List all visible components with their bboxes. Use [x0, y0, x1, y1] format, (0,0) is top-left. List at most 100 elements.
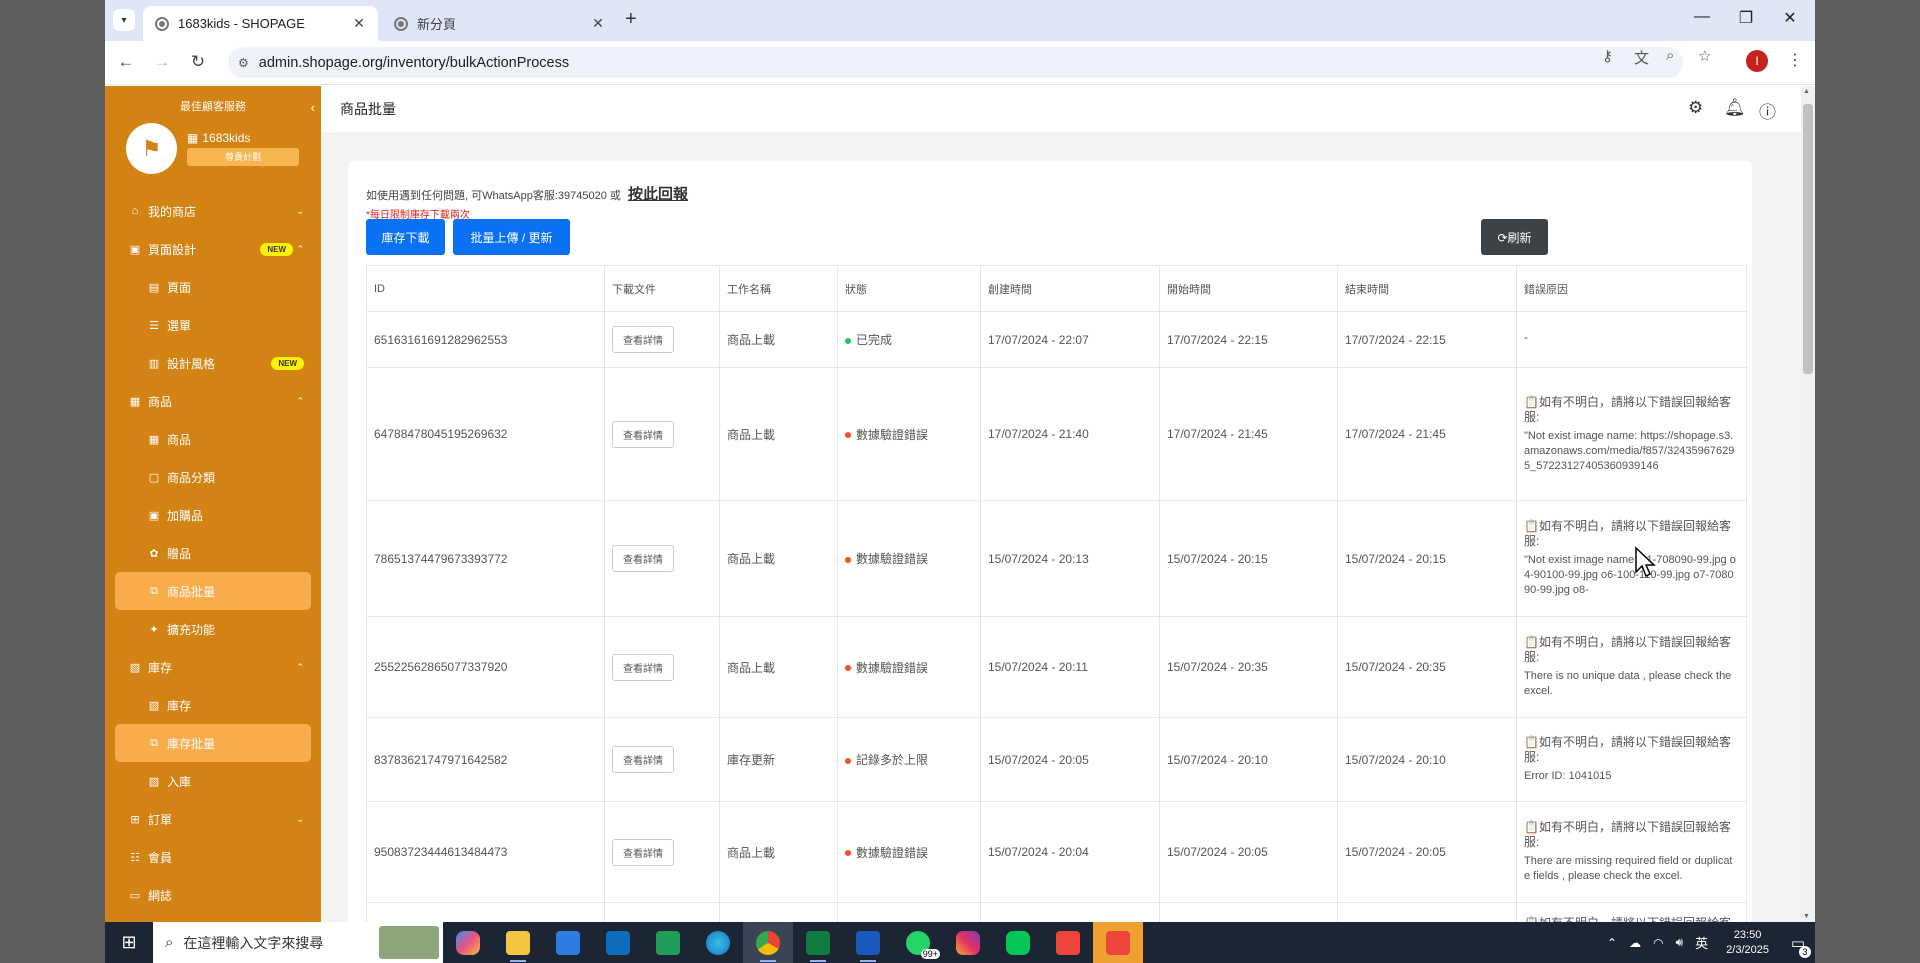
whatsapp-icon[interactable]: 99+ — [893, 922, 943, 963]
anydesk-active-icon[interactable] — [1093, 922, 1143, 963]
sidebar-item-label: 商品 — [148, 394, 173, 409]
sidebar-item-gifts[interactable]: ✿ 贈品 — [105, 534, 321, 572]
tab-search-button[interactable]: ▾ — [113, 9, 135, 31]
page-header: 商品批量 ⚙ 🔔︎ ⓘ — [321, 86, 1815, 132]
scroll-thumb[interactable] — [1803, 104, 1813, 374]
forward-icon[interactable]: → — [151, 52, 173, 72]
sidebar-item-categories[interactable]: ▢ 商品分類 — [105, 458, 321, 496]
view-details-button[interactable]: 查看詳情 — [612, 838, 674, 866]
column-header: 結束時間 — [1337, 265, 1517, 312]
ime-indicator[interactable]: 英 — [1695, 933, 1708, 952]
word-icon[interactable] — [843, 922, 893, 963]
clock[interactable]: 23:50 2/3/2025 — [1726, 928, 1769, 958]
window-close-icon[interactable]: ✕ — [1780, 8, 1800, 28]
end-time: 15/07/2024 - 20:35 — [1337, 616, 1517, 718]
sidebar-item-products-group[interactable]: ▦ 商品 ⌃ — [105, 382, 321, 420]
volume-icon[interactable]: 🔊︎ — [1676, 935, 1684, 950]
profile-avatar[interactable]: I — [1746, 50, 1768, 72]
file-explorer-icon[interactable] — [493, 922, 543, 963]
cart-icon: ⊞ — [130, 813, 140, 826]
view-details-button[interactable]: 查看詳情 — [612, 326, 674, 353]
bulk-jobs-table: ID 下載文件 工作名稱 狀態 創建時間 開始時間 結束時間 錯誤原因 6516… — [366, 265, 1747, 922]
reload-icon[interactable]: ↻ — [187, 52, 209, 72]
sidebar-item-inventory[interactable]: ▧ 庫存 — [105, 686, 321, 724]
inventory-icon: ▧ — [129, 661, 141, 674]
view-details-button[interactable]: 查看詳情 — [612, 420, 674, 448]
sidebar-item-theme[interactable]: ▥ 設計風格 NEW — [105, 344, 321, 382]
info-icon[interactable]: ⓘ — [1759, 98, 1776, 123]
sidebar-item-product-bulk[interactable]: ⧉ 商品批量 — [115, 572, 311, 610]
address-bar[interactable]: ⚙ admin.shopage.org/inventory/bulkAction… — [228, 47, 1683, 78]
restore-icon[interactable]: ❐ — [1736, 8, 1756, 28]
excel-icon[interactable] — [793, 922, 843, 963]
view-details-button[interactable]: 查看詳情 — [612, 653, 674, 681]
cloud-icon[interactable]: ☁ — [1629, 936, 1641, 950]
sidebar-item-extensions[interactable]: ✦ 擴充功能 — [105, 610, 321, 648]
sidebar-item-page-design[interactable]: ▣ 頁面設計 NEW ⌃ — [105, 230, 321, 268]
plan-badge[interactable]: 尊貴計劃 — [187, 148, 299, 166]
scroll-up-icon[interactable]: ▲ — [1803, 88, 1810, 95]
chevron-up-icon[interactable]: ⌃ — [1607, 936, 1617, 950]
tab-active[interactable]: 1683kids - SHOPAGE ✕ — [143, 6, 378, 41]
site-info-icon[interactable]: ⚙ — [238, 56, 249, 70]
notification-icon[interactable]: ▭ 3 — [1781, 934, 1815, 958]
new-tab-button[interactable]: + — [625, 8, 637, 31]
translate-icon[interactable]: 文 — [1634, 47, 1649, 68]
report-link[interactable]: 按此回報 — [628, 186, 688, 203]
taskbar-search[interactable]: ⌕ 在這裡輸入文字來搜尋 — [153, 922, 443, 963]
sidebar-item-menu[interactable]: ☰ 選單 — [105, 306, 321, 344]
sheets-icon[interactable] — [643, 922, 693, 963]
back-icon[interactable]: ← — [115, 52, 137, 72]
sidebar-item-members[interactable]: ☷ 會員 — [105, 838, 321, 876]
chrome-icon[interactable] — [743, 922, 793, 963]
minimize-icon[interactable]: — — [1692, 8, 1712, 26]
anydesk-icon[interactable] — [1043, 922, 1093, 963]
view-details-button[interactable]: 查看詳情 — [612, 545, 674, 572]
browser-menu-icon[interactable]: ⋮ — [1787, 50, 1803, 70]
sidebar-item-label: 頁面 — [167, 280, 192, 295]
shop-profile: ⚑ ▦ 1683kids 尊貴計劃 — [126, 123, 321, 174]
sidebar-item-inventory-bulk[interactable]: ⧉ 庫存批量 — [115, 724, 311, 762]
edge-icon[interactable] — [693, 922, 743, 963]
folder-icon: ▢ — [148, 471, 160, 484]
windows-start-icon[interactable]: ⊞ — [105, 932, 153, 953]
sidebar-item-orders[interactable]: ⊞ 訂單 ⌄ — [105, 800, 321, 838]
sidebar-item-blog[interactable]: ▭ 網誌 — [105, 876, 321, 914]
start-time: 15/07/2024 - 20:15 — [1159, 500, 1338, 617]
sidebar-item-stock-in[interactable]: ▧ 入庫 — [105, 762, 321, 800]
bell-icon[interactable]: 🔔︎ — [1724, 98, 1746, 118]
status-text: 記錄多於上限 — [856, 753, 929, 767]
sidebar-item-addons[interactable]: ▣ 加購品 — [105, 496, 321, 534]
help-text: 如使用遇到任何問題, 可WhatsApp客服:39745020 或 — [366, 190, 621, 202]
tab-new-page[interactable]: 新分頁 ✕ — [382, 6, 617, 41]
bookmark-star-icon[interactable]: ☆ — [1698, 47, 1711, 65]
sidebar-item-products[interactable]: ▦ 商品 — [105, 420, 321, 458]
zoom-icon[interactable]: ⌕ — [1666, 47, 1674, 64]
bulk-upload-button[interactable]: 批量上傳 / 更新 — [453, 219, 570, 255]
sidebar-item-label: 入庫 — [167, 774, 192, 789]
inventory-download-button[interactable]: 庫存下載 — [366, 219, 445, 255]
sidebar-item-my-store[interactable]: ⌂ 我的商店 ⌄ — [105, 192, 321, 230]
sidebar-item-pages[interactable]: ▤ 頁面 — [105, 268, 321, 306]
outlook-icon[interactable] — [593, 922, 643, 963]
sidebar-item-inventory-group[interactable]: ▧ 庫存 ⌃ — [105, 648, 321, 686]
chevron-up-icon: ⌃ — [296, 395, 304, 406]
scroll-down-icon[interactable]: ▼ — [1803, 913, 1810, 920]
copilot-icon[interactable] — [443, 922, 493, 963]
error-heading: - — [1524, 330, 1528, 344]
collapse-sidebar-icon[interactable]: ‹ — [311, 100, 315, 115]
sidebar-nav: ⌂ 我的商店 ⌄ ▣ 頁面設計 NEW ⌃ ▤ 頁面 ☰ 選單 ▥ 設計風格 NEW ▦ 商品 ⌃ ▦… — [105, 192, 321, 914]
page-scrollbar[interactable]: ▲ ▼ — [1801, 86, 1815, 922]
close-icon[interactable]: ✕ — [589, 15, 607, 32]
store-icon[interactable] — [543, 922, 593, 963]
close-icon[interactable]: ✕ — [350, 15, 368, 32]
instagram-icon[interactable] — [943, 922, 993, 963]
gear-icon[interactable]: ⚙ — [1688, 98, 1703, 118]
wifi-icon[interactable]: ◠ — [1653, 936, 1663, 950]
start-time: 15/07/2024 - 20:05 — [1159, 801, 1338, 903]
line-icon[interactable] — [993, 922, 1043, 963]
error-detail: There are missing required field or dupl… — [1524, 855, 1733, 882]
view-details-button[interactable]: 查看詳情 — [612, 746, 674, 773]
refresh-button[interactable]: ⟳刷新 — [1481, 219, 1548, 255]
key-icon[interactable]: ⚷ — [1602, 47, 1613, 65]
